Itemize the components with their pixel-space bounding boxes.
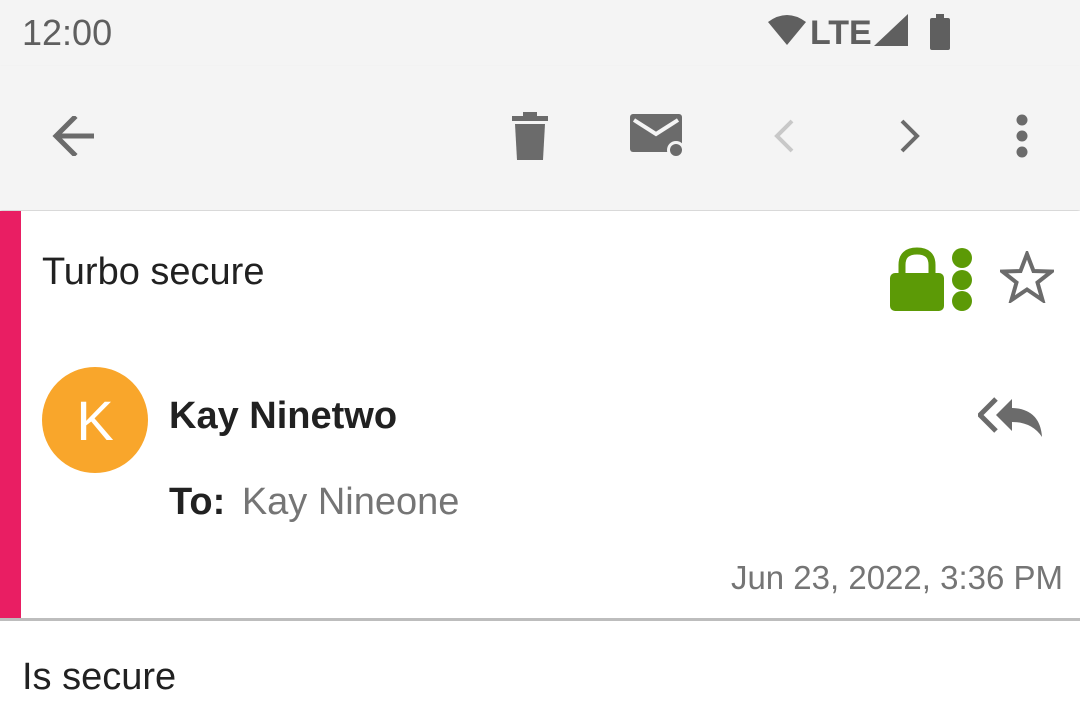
message-subject: Turbo secure	[42, 251, 265, 293]
sender-avatar: K	[42, 367, 148, 473]
status-time: 12:00	[22, 12, 113, 53]
back-button[interactable]	[44, 108, 104, 168]
message-toolbar	[0, 66, 1080, 210]
delete-button[interactable]	[500, 108, 560, 168]
previous-chevron-icon	[772, 118, 796, 159]
star-icon[interactable]	[996, 248, 1058, 308]
previous-message-button[interactable]	[754, 108, 814, 168]
mark-unread-button[interactable]	[627, 108, 687, 168]
next-chevron-icon	[898, 118, 922, 159]
network-type-label: LTE	[810, 14, 872, 52]
more-vert-icon	[1016, 114, 1028, 163]
recipient-name: Kay Nineone	[241, 481, 460, 523]
header-divider	[0, 618, 1080, 621]
message-body: Is secure	[22, 656, 177, 698]
crypto-status-dots-icon[interactable]	[950, 247, 974, 316]
trash-icon	[512, 111, 548, 165]
wifi-icon	[768, 14, 806, 51]
mark-unread-icon	[628, 112, 686, 165]
back-arrow-icon	[52, 113, 96, 161]
sender-name: Kay Ninetwo	[169, 395, 398, 437]
status-bar: 12:00 LTE	[0, 0, 1080, 66]
message-header: Turbo secure K Kay Ninetwo To: Kay Nineo…	[0, 211, 1080, 618]
signal-icon	[874, 14, 908, 51]
to-label: To:	[169, 481, 226, 523]
lock-icon[interactable]	[890, 247, 944, 316]
message-date: Jun 23, 2022, 3:36 PM	[730, 559, 1063, 596]
battery-icon	[930, 14, 950, 55]
next-message-button[interactable]	[880, 108, 940, 168]
more-options-button[interactable]	[992, 108, 1052, 168]
reply-all-icon[interactable]	[976, 395, 1044, 444]
message-color-bar	[0, 211, 21, 618]
recipient-row: To: Kay Nineone	[169, 481, 459, 524]
